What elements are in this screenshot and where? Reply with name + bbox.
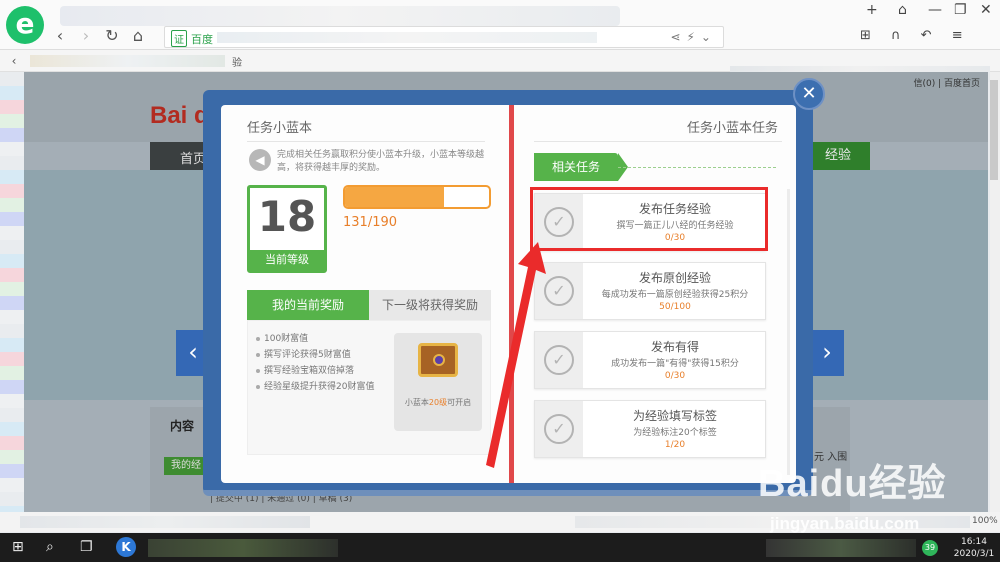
scrollbar-thumb[interactable] [990,80,998,180]
reward-item: 撰写经验宝箱双倍掉落 [256,363,388,379]
windows-taskbar: ⊞ ⌕ ❐ K 39 16:14 2020/3/1 [0,533,1000,562]
back-icon[interactable]: ‹ [50,27,70,45]
treasure-chest-icon [418,343,458,377]
content-title: 内容 [170,419,195,433]
certificate-icon: 证 [171,30,187,47]
chest-text-prefix: 小蓝本 [404,398,429,407]
task-view-icon[interactable]: ❐ [80,539,93,555]
chest-lock-icon [433,354,445,366]
book-description: 完成相关任务赢取积分使小蓝本升级，小蓝本等级越高，将获得越丰厚的奖励。 [277,150,485,173]
speaker-icon: ◀ [249,149,271,171]
watermark-url: jingyan.baidu.com [770,514,920,533]
close-window-icon[interactable]: ✕ [980,2,992,18]
taskbar-clock[interactable]: 16:14 2020/3/1 [952,536,996,560]
new-tab-icon[interactable]: + [866,2,878,18]
address-bar-icons[interactable]: ⋖⚡⌄ [670,30,717,44]
reward-item: 100财富值 [256,331,388,347]
book-right-page: 任务小蓝本任务 相关任务 ✓ 发布任务经验 撰写一篇正儿八经的任务经验 0/30… [514,105,796,483]
level-number: 18 [257,192,317,241]
level-label: 当前等级 [250,250,324,270]
clock-date: 2020/3/1 [953,549,995,559]
task-progress: 50/100 [659,302,691,312]
secure-badge: 证百度 [171,30,213,47]
refresh-icon[interactable]: ↻ [102,27,122,45]
chest-level-highlight: 20级 [428,398,448,407]
task-name: 发布原创经验 [638,271,711,285]
top-links[interactable]: 信(0) | 百度首页 [913,76,980,89]
url-blurred [217,32,597,43]
task-list-scrollbar[interactable] [787,189,790,475]
bookmarks-blurred [30,55,225,67]
annotation-highlight-box [530,187,768,251]
search-icon[interactable]: ⌕ [46,539,54,555]
taskbar-apps-blurred [148,539,338,557]
level-card: 18 当前等级 [247,185,327,273]
minimize-icon[interactable]: — [928,2,942,18]
tab-next-rewards[interactable]: 下一级将获得奖励 [369,290,491,320]
address-label: 百度 [191,33,213,46]
zoom-level[interactable]: 100% [972,516,998,526]
book-bottom-edge [203,490,813,496]
left-page-title: 任务小蓝本 [247,121,313,136]
task-card[interactable]: ✓ 发布原创经验 每成功发布一篇原创经验获得25积分 50/100 [534,262,766,320]
nav-experience[interactable]: 经验 [806,142,870,170]
task-progress: 1/20 [664,440,686,450]
tray-badge[interactable]: 39 [922,540,938,556]
task-progress: 0/30 [664,371,686,381]
bookmark-item[interactable]: 验 [232,54,242,69]
app-k-icon[interactable]: K [116,537,136,557]
baidu-jingyan-watermark: Baidu经验 [758,463,947,505]
clock-time: 16:14 [961,537,987,547]
task-description: 成功发布一篇"有得"获得15积分 [611,359,739,369]
book-left-page: 任务小蓝本 ◀ 完成相关任务赢取积分使小蓝本升级，小蓝本等级越高，将获得越丰厚的… [221,105,509,483]
forward-icon[interactable]: › [76,27,96,45]
reward-item: 撰写评论获得5财富值 [256,347,388,363]
task-card[interactable]: ✓ 为经验填写标签 为经验标注20个标签 1/20 [534,400,766,458]
tab-strip-blurred [60,6,620,26]
level-progress-bar [343,185,491,209]
progress-text: 131/190 [343,215,398,230]
reward-panel: 100财富值 撰写评论获得5财富值 撰写经验宝箱双倍掉落 经验星级提升获得20财… [247,320,491,455]
restore-icon[interactable]: ❐ [954,2,967,18]
task-description: 每成功发布一篇原创经验获得25积分 [601,290,749,300]
home-icon[interactable]: ⌂ [128,27,148,45]
task-name: 为经验填写标签 [632,409,717,423]
toolbar-icons[interactable]: ⊞ ∩ ↶ ≡ [860,28,971,43]
status-blurred [20,516,310,528]
browser-logo-icon[interactable]: e [6,6,44,44]
chest-unlock-text: 小蓝本20级可开启 [394,397,482,408]
annotation-arrow-icon [486,242,546,468]
task-description: 为经验标注20个标签 [633,428,717,438]
chest-text-suffix: 可开启 [447,398,472,407]
related-tasks-tag: 相关任务 [534,153,628,181]
treasure-chest-card: 小蓝本20级可开启 [394,333,482,431]
carousel-next-icon[interactable]: › [810,330,844,376]
divider [534,141,782,142]
bookmark-back-icon[interactable]: ‹ [4,52,24,70]
tray-blurred [766,539,916,557]
left-mosaic-blur [0,72,24,512]
address-bar[interactable]: 证百度 ⋖⚡⌄ [164,26,724,48]
progress-fill [345,187,445,207]
divider [247,141,485,142]
shirt-icon[interactable]: ⌂ [898,2,907,18]
task-name: 发布有得 [650,340,699,354]
windows-start-icon[interactable]: ⊞ [12,539,24,555]
task-card[interactable]: ✓ 发布有得 成功发布一篇"有得"获得15积分 0/30 [534,331,766,389]
reward-item: 经验星级提升获得20财富值 [256,379,388,395]
my-experience-button[interactable]: 我的经 [164,457,208,475]
modal-close-icon[interactable]: ✕ [793,78,825,110]
right-page-title: 任务小蓝本任务 [686,121,778,136]
reward-list: 100财富值 撰写评论获得5财富值 撰写经验宝箱双倍掉落 经验星级提升获得20财… [256,331,388,395]
dashed-divider [618,167,776,168]
tab-current-rewards[interactable]: 我的当前奖励 [247,290,369,320]
browser-titlebar: e + ⌂ — ❐ ✕ ‹ › ↻ ⌂ 证百度 ⋖⚡⌄ ⊞ ∩ ↶ ≡ [0,0,1000,50]
